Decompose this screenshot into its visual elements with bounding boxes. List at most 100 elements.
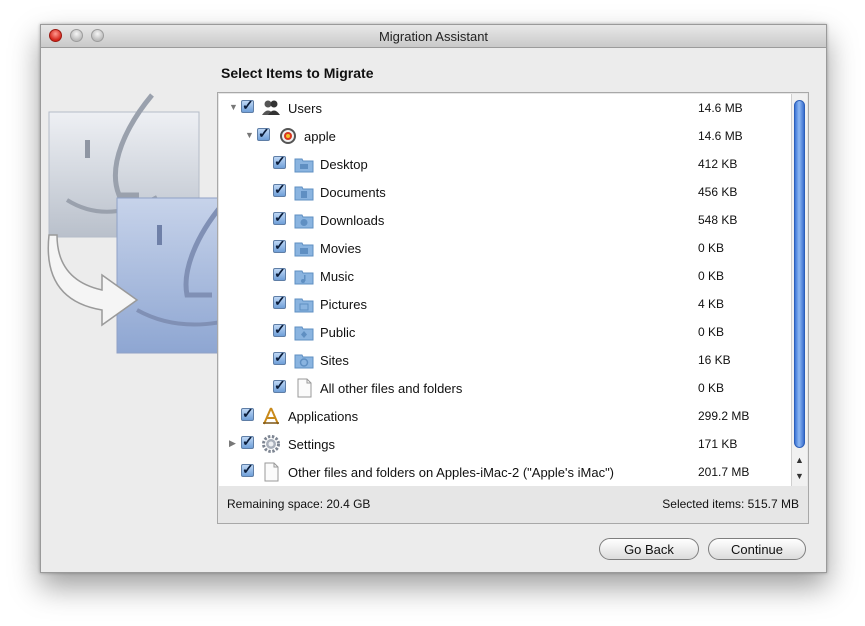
checkmark-icon: ✓ [274,377,286,393]
checkbox-settings[interactable]: ✓ [241,433,254,449]
checkmark-icon: ✓ [274,265,286,281]
list-item-size: 201.7 MB [698,465,750,479]
folder-icon [294,354,314,369]
checkmark-icon: ✓ [274,349,286,365]
list-item-size: 16 KB [698,353,731,367]
list-item-label: Applications [288,409,359,424]
list-item-size: 0 KB [698,381,725,395]
list-item-label: Users [288,101,322,116]
scrollbar-thumb[interactable] [794,100,805,448]
checkmark-icon: ✓ [274,293,286,309]
list-item-pictures[interactable]: ✓ Pictures 4 KB [219,290,791,318]
folder-icon [294,270,314,285]
checkbox-other-files-imac[interactable]: ✓ [241,461,254,477]
disclosure-expanded-icon[interactable]: ▼ [229,102,238,112]
checkbox-apple[interactable]: ✓ [257,125,270,141]
vertical-scrollbar[interactable]: ▲ ▼ [791,94,807,486]
list-item-applications[interactable]: ✓ Applications 299.2 MB [219,402,791,430]
list-item-size: 299.2 MB [698,409,750,423]
checkmark-icon: ✓ [274,209,286,225]
list-item-label: Settings [288,437,335,452]
scroll-up-arrow-icon[interactable]: ▲ [795,455,804,465]
list-item-documents[interactable]: ✓ Documents 456 KB [219,178,791,206]
list-item-label: All other files and folders [320,381,463,396]
folder-icon [294,298,314,313]
list-item-size: 412 KB [698,157,738,171]
folder-icon [294,242,314,257]
list-item-size: 14.6 MB [698,101,743,115]
remaining-space-label: Remaining space: 20.4 GB [227,497,371,511]
list-item-users[interactable]: ▼ ✓ Users 14.6 MB [219,94,791,122]
list-item-size: 0 KB [698,241,725,255]
window-title: Migration Assistant [378,29,489,44]
list-item-label: Desktop [320,157,368,172]
list-item-desktop[interactable]: ✓ Desktop 412 KB [219,150,791,178]
checkbox-documents[interactable]: ✓ [273,181,286,197]
checkmark-icon: ✓ [274,237,286,253]
list-item-label: Music [320,269,354,284]
list-item-settings[interactable]: ▶ ✓ Settings 171 KB [219,430,791,458]
folder-icon [294,158,314,173]
applications-icon [263,407,279,425]
list-item-sites[interactable]: ✓ Sites 16 KB [219,346,791,374]
list-item-size: 0 KB [698,269,725,283]
checkmark-icon: ✓ [258,125,270,141]
folder-icon [294,186,314,201]
migration-assistant-window: Migration Assistant Select Items to Migr… [40,24,827,573]
checkbox-pictures[interactable]: ✓ [273,293,286,309]
list-item-label: Public [320,325,356,340]
checkbox-applications[interactable]: ✓ [241,405,254,421]
disclosure-collapsed-icon[interactable]: ▶ [229,438,236,449]
selected-items-label: Selected items: 515.7 MB [662,497,799,511]
folder-icon [294,326,314,341]
checkbox-other-files[interactable]: ✓ [273,377,286,393]
checkbox-music[interactable]: ✓ [273,265,286,281]
checkmark-icon: ✓ [274,181,286,197]
go-back-button[interactable]: Go Back [599,538,699,560]
list-item-downloads[interactable]: ✓ Downloads 548 KB [219,206,791,234]
list-item-public[interactable]: ✓ Public 0 KB [219,318,791,346]
checkmark-icon: ✓ [274,153,286,169]
migration-items-list: ▼ ✓ Users 14.6 MB ▼ ✓ apple 14.6 MB ✓ De… [219,94,791,486]
list-item-label: Downloads [320,213,385,228]
list-item-size: 456 KB [698,185,738,199]
users-icon [262,100,280,115]
list-item-size: 14.6 MB [698,129,743,143]
list-item-music[interactable]: ✓ Music 0 KB [219,262,791,290]
list-item-size: 0 KB [698,325,725,339]
document-icon [297,378,312,398]
list-item-label: Documents [320,185,386,200]
section-title: Select Items to Migrate [221,65,374,81]
checkbox-users[interactable]: ✓ [241,97,254,113]
checkbox-downloads[interactable]: ✓ [273,209,286,225]
folder-icon [294,214,314,229]
list-item-other-files[interactable]: ✓ All other files and folders 0 KB [219,374,791,402]
user-avatar-icon [280,128,296,144]
list-item-size: 548 KB [698,213,738,227]
checkbox-desktop[interactable]: ✓ [273,153,286,169]
items-panel: ▼ ✓ Users 14.6 MB ▼ ✓ apple 14.6 MB ✓ De… [217,92,809,524]
checkmark-icon: ✓ [242,405,254,421]
list-item-label: Sites [320,353,349,368]
continue-button[interactable]: Continue [708,538,806,560]
list-item-movies[interactable]: ✓ Movies 0 KB [219,234,791,262]
list-item-user-apple[interactable]: ▼ ✓ apple 14.6 MB [219,122,791,150]
disclosure-expanded-icon[interactable]: ▼ [245,130,254,140]
checkmark-icon: ✓ [242,461,254,477]
title-bar: Migration Assistant [41,25,826,48]
checkbox-public[interactable]: ✓ [273,321,286,337]
checkmark-icon: ✓ [242,433,254,449]
list-item-other-files-imac[interactable]: ✓ Other files and folders on Apples-iMac… [219,458,791,486]
checkbox-sites[interactable]: ✓ [273,349,286,365]
list-item-label: apple [304,129,336,144]
scroll-down-arrow-icon[interactable]: ▼ [795,471,804,481]
gear-icon [262,435,280,453]
document-icon [264,462,279,482]
checkbox-movies[interactable]: ✓ [273,237,286,253]
list-item-label: Movies [320,241,362,256]
checkmark-icon: ✓ [242,97,254,113]
list-item-label: Other files and folders on Apples-iMac-2… [288,465,615,480]
checkmark-icon: ✓ [274,321,286,337]
list-item-size: 171 KB [698,437,738,451]
list-item-size: 4 KB [698,297,725,311]
